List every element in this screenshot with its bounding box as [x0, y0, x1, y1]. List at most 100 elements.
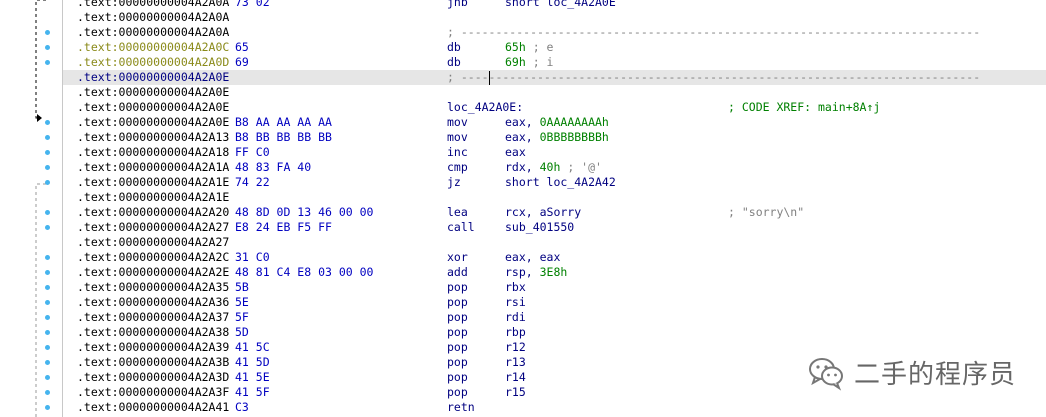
breakpoint-dot[interactable] [45, 45, 50, 50]
breakpoint-dot[interactable] [45, 270, 50, 275]
line-address: .text:00000000004A2A2E [77, 265, 230, 279]
line-address: .text:00000000004A2A41 [77, 400, 230, 414]
mnemonic: pop [447, 295, 468, 309]
listing-line[interactable]: .text:00000000004A2A0A 73 02 jnb short loc_… [63, 0, 1046, 10]
listing-line[interactable]: .text:00000000004A2A27 E8 24 EB F5 FF call… [63, 220, 1046, 235]
breakpoint-dot[interactable] [45, 330, 50, 335]
line-address: .text:00000000004A2A27 [77, 220, 230, 234]
opcode-bytes: 5F [235, 310, 249, 324]
operands: r15 [505, 385, 526, 400]
operands: rsi [505, 295, 526, 310]
line-address: .text:00000000004A2A36 [77, 295, 230, 309]
breakpoint-dot[interactable] [45, 150, 50, 155]
listing-line[interactable]: .text:00000000004A2A38 5D pop rbp [63, 325, 1046, 340]
operand-text: eax [505, 145, 526, 159]
line-address: .text:00000000004A2A0E [77, 70, 230, 84]
line-address: .text:00000000004A2A38 [77, 325, 230, 339]
listing-line[interactable]: .text:00000000004A2A0A [63, 10, 1046, 25]
breakpoint-dot[interactable] [45, 210, 50, 215]
listing-line[interactable]: .text:00000000004A2A18 FF C0 inc eax [63, 145, 1046, 160]
string-comment: ; "sorry\n" [728, 205, 805, 219]
operand-text: eax, [505, 130, 540, 144]
mnemonic: pop [447, 325, 468, 339]
breakpoint-dot[interactable] [45, 315, 50, 320]
operands: r14 [505, 370, 526, 385]
breakpoint-dot[interactable] [45, 405, 50, 410]
mnemonic: add [447, 265, 468, 279]
listing-line[interactable]: .text:00000000004A2A36 5E pop rsi [63, 295, 1046, 310]
operands: sub_401550 [505, 220, 574, 235]
line-address: .text:00000000004A2A18 [77, 145, 230, 159]
line-address: .text:00000000004A2A35 [77, 280, 230, 294]
breakpoint-dot[interactable] [45, 390, 50, 395]
watermark-text: 二手的程序员 [854, 359, 1017, 390]
operand-text: rcx, aSorry [505, 205, 582, 219]
operands: 65h ; e [505, 40, 553, 55]
inline-comment: ; i [525, 55, 554, 69]
code-label: loc_4A2A0E: [447, 100, 524, 114]
listing-line[interactable]: .text:00000000004A2A0E B8 AA AA AA AA mov e… [63, 115, 1046, 130]
breakpoint-dot[interactable] [45, 30, 50, 35]
operand-text: rbp [505, 325, 526, 339]
listing-line[interactable]: .text:00000000004A2A20 48 8D 0D 13 46 00 … [63, 205, 1046, 220]
listing-line[interactable]: .text:00000000004A2A1A 48 83 FA 40 cmp rdx,… [63, 160, 1046, 175]
opcode-bytes: 31 C0 [235, 250, 270, 264]
listing-line[interactable]: .text:00000000004A2A37 5F pop rdi [63, 310, 1046, 325]
breakpoint-dot[interactable] [45, 225, 50, 230]
operand-text: rsi [505, 295, 526, 309]
listing-line[interactable]: .text:00000000004A2A0A ; ----------------… [63, 25, 1046, 40]
listing-line[interactable]: .text:00000000004A2A0E ; ----------------… [63, 70, 1046, 85]
listing-line[interactable]: .text:00000000004A2A2C 31 C0 xor eax, eax [63, 250, 1046, 265]
listing-line[interactable]: .text:00000000004A2A0C 65 db 65h ; e [63, 40, 1046, 55]
breakpoint-dot[interactable] [45, 360, 50, 365]
line-address: .text:00000000004A2A0E [77, 100, 230, 114]
mnemonic: db [447, 55, 461, 69]
breakpoint-dot[interactable] [45, 345, 50, 350]
listing-line[interactable]: .text:00000000004A2A27 [63, 235, 1046, 250]
mnemonic: xor [447, 250, 468, 264]
operand-text: eax, [505, 115, 540, 129]
breakpoint-dot[interactable] [45, 285, 50, 290]
listing-line[interactable]: .text:00000000004A2A1E [63, 190, 1046, 205]
listing-line[interactable]: .text:00000000004A2A41 C3 retn [63, 400, 1046, 415]
mnemonic: inc [447, 145, 468, 159]
listing-line[interactable]: .text:00000000004A2A2E 48 81 C4 E8 03 00 … [63, 265, 1046, 280]
breakpoint-dot[interactable] [45, 60, 50, 65]
line-address: .text:00000000004A2A0C [77, 40, 230, 54]
operand-text: sub_401550 [505, 220, 575, 234]
mnemonic: pop [447, 310, 468, 324]
breakpoint-dot[interactable] [45, 135, 50, 140]
listing-line[interactable]: .text:00000000004A2A35 5B pop rbx [63, 280, 1046, 295]
operand-text: r12 [505, 340, 526, 354]
breakpoint-dot[interactable] [45, 375, 50, 380]
listing-line[interactable]: .text:00000000004A2A0D 69 db 69h ; i [63, 55, 1046, 70]
code-xref-comment: ; CODE XREF: main+8A↑j [728, 100, 881, 114]
breakpoint-dot[interactable] [45, 255, 50, 260]
watermark: 二手的程序员 [806, 352, 1016, 392]
breakpoint-dot[interactable] [45, 165, 50, 170]
operands: rdx, 40h ; '@' [505, 160, 602, 175]
mnemonic: pop [447, 355, 468, 369]
operands: eax, 0BBBBBBBBh [505, 130, 609, 145]
opcode-bytes: 5B [235, 280, 249, 294]
operand-number: 40h [539, 160, 561, 174]
breakpoint-dot[interactable] [45, 300, 50, 305]
listing-line[interactable]: .text:00000000004A2A0E [63, 85, 1046, 100]
operand-number: 69h [505, 55, 526, 69]
listing-line[interactable]: .text:00000000004A2A1E 74 22 jz short loc_4… [63, 175, 1046, 190]
line-address: .text:00000000004A2A39 [77, 340, 230, 354]
listing-line[interactable]: .text:00000000004A2A13 B8 BB BB BB BB mov e… [63, 130, 1046, 145]
opcode-bytes: 73 02 [235, 0, 270, 9]
line-address: .text:00000000004A2A3D [77, 370, 230, 384]
disassembly-view[interactable]: .text:00000000004A2A0A 73 02 jnb short loc_… [0, 0, 1046, 417]
operands: rbx [505, 280, 526, 295]
breakpoint-dot[interactable] [45, 180, 50, 185]
line-address: .text:00000000004A2A27 [77, 235, 230, 249]
listing-line[interactable]: .text:00000000004A2A0E loc_4A2A0E: ; CODE … [63, 100, 1046, 115]
mnemonic: pop [447, 340, 468, 354]
line-address: .text:00000000004A2A0A [77, 25, 230, 39]
opcode-bytes: 69 [235, 55, 249, 69]
opcode-bytes: E8 24 EB F5 FF [235, 220, 332, 234]
line-address: .text:00000000004A2A1E [77, 175, 230, 189]
breakpoint-dot[interactable] [45, 120, 50, 125]
